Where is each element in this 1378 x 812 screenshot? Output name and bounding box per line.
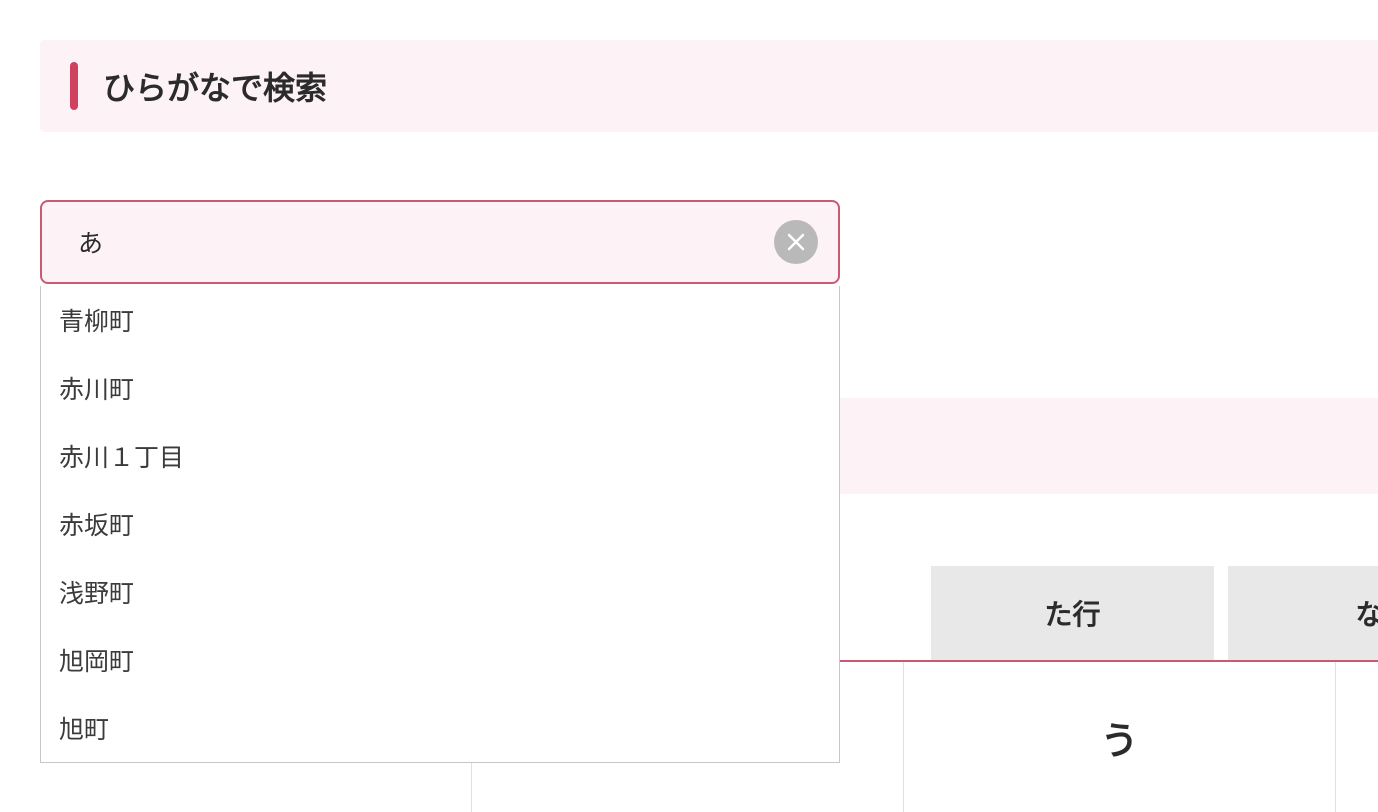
header-title: ひらがなで検索 [103,63,327,109]
search-wrapper: 青柳町 赤川町 赤川１丁目 赤坂町 浅野町 旭岡町 旭町 [40,200,840,284]
suggestion-item[interactable]: 浅野町 [41,558,839,626]
suggestion-dropdown: 青柳町 赤川町 赤川１丁目 赤坂町 浅野町 旭岡町 旭町 [40,286,840,763]
close-icon [786,232,806,252]
suggestion-item[interactable]: 旭町 [41,694,839,762]
tab-ta-row[interactable]: た行 [931,566,1214,660]
search-input[interactable] [78,228,774,257]
subtab-u[interactable]: う [904,662,1336,812]
tab-na-row[interactable]: な [1228,566,1378,660]
suggestion-item[interactable]: 旭岡町 [41,626,839,694]
search-header: ひらがなで検索 [40,40,1378,132]
suggestion-item[interactable]: 赤川１丁目 [41,422,839,490]
search-box [40,200,840,284]
suggestion-item[interactable]: 青柳町 [41,286,839,354]
suggestion-item[interactable]: 赤坂町 [41,490,839,558]
clear-button[interactable] [774,220,818,264]
header-accent-bar [70,62,78,110]
suggestion-item[interactable]: 赤川町 [41,354,839,422]
